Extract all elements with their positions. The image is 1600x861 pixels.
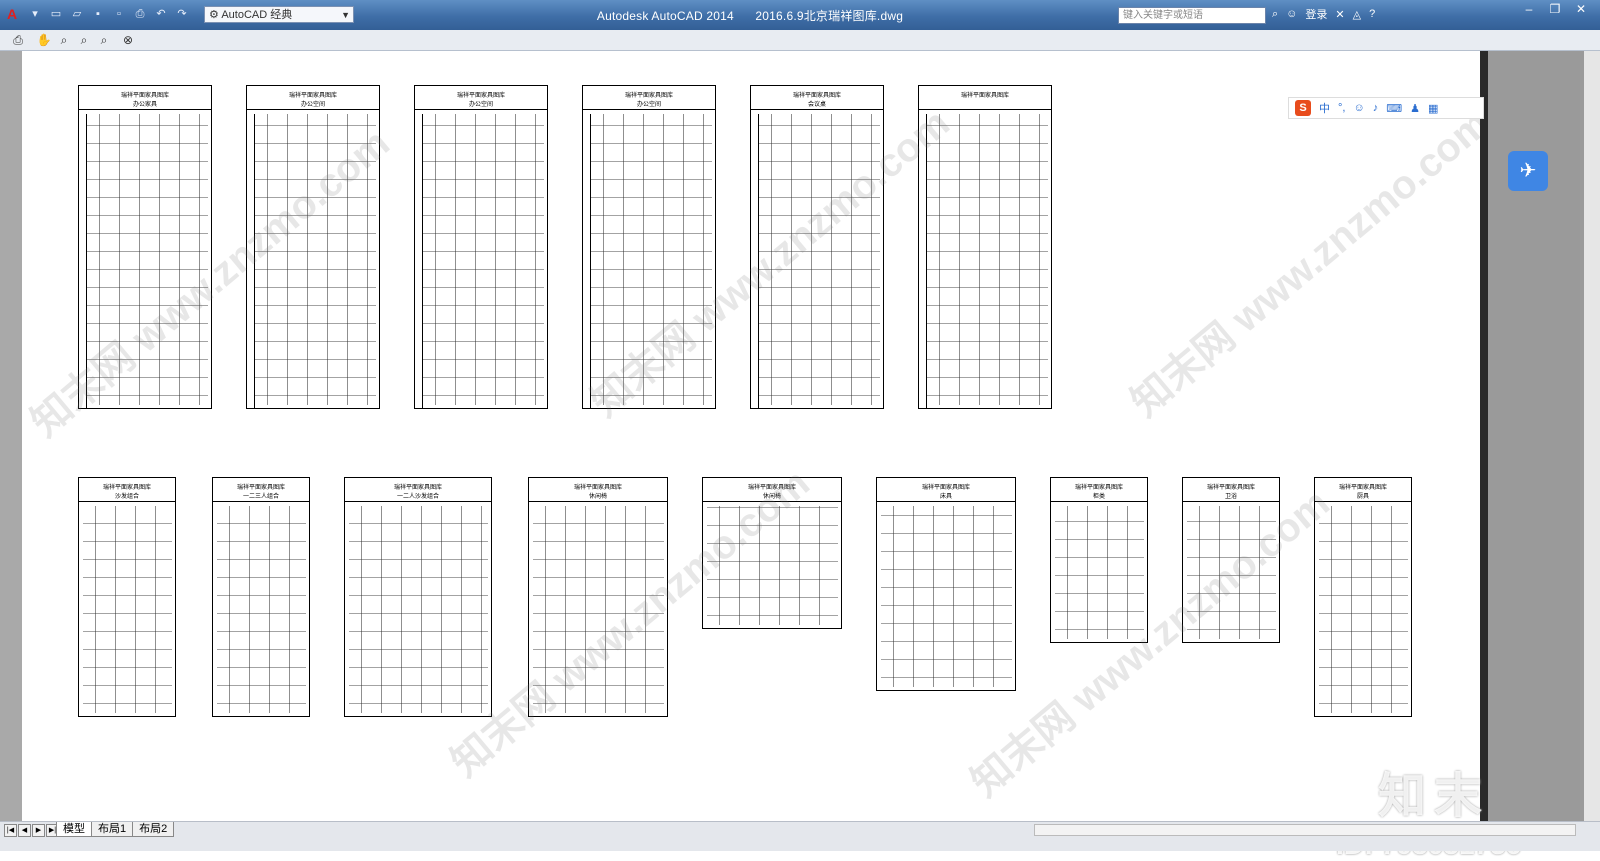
tab-model[interactable]: 模型 [56, 822, 92, 837]
sheet: 瑞祥平面家具图库 办公家具 [78, 85, 212, 409]
tab-layout1[interactable]: 布局1 [91, 822, 134, 837]
menu-arrow-icon[interactable]: ▾ [26, 6, 44, 22]
watermark: 知末网 www.znzmo.com [1123, 100, 1498, 426]
ime-mode[interactable]: 中 [1319, 100, 1330, 116]
sheet: 瑞祥平面家具图库 办公空间 [582, 85, 716, 409]
title-bar: A ▾ ▭ ▱ ▪ ▫ ⎙ ↶ ↷ ⚙ AutoCAD 经典 ▼ Autodes… [0, 0, 1600, 30]
sheet-title: 瑞祥平面家具图库 沙发组合 [79, 478, 175, 502]
sheet-title: 瑞祥平面家具图库 柜类 [1051, 478, 1147, 502]
emoji-icon[interactable]: ☺ [1353, 102, 1364, 114]
binoculars-icon[interactable]: ⌕ [1272, 8, 1278, 21]
autocad-logo-icon[interactable]: A [4, 6, 20, 22]
sheet-title: 瑞祥平面家具图库 一二三人组合 [213, 478, 309, 502]
sheet-title: 瑞祥平面家具图库 办公空间 [415, 86, 547, 110]
layout-tab-bar: |◀ ◀ ▶ ▶| 模型 布局1 布局2 [0, 821, 1600, 851]
sheet: 瑞祥平面家具图库 柜类 [1050, 477, 1148, 643]
gear-icon: ⚙ [209, 9, 219, 21]
microphone-icon[interactable]: ♪ [1373, 102, 1379, 114]
sheet-title: 瑞祥平面家具图库 卫浴 [1183, 478, 1279, 502]
open-file-icon[interactable]: ▱ [68, 6, 86, 22]
save-icon[interactable]: ▪ [89, 6, 107, 22]
sogou-logo-icon: S [1295, 100, 1311, 116]
ime-toolbar[interactable]: S 中 °, ☺ ♪ ⌨ ♟ ▦ [1288, 97, 1484, 119]
login-link[interactable]: 登录 [1305, 6, 1327, 22]
zoom-previous-icon[interactable]: ⌕ [96, 32, 112, 48]
undo-icon[interactable]: ↶ [152, 6, 170, 22]
window-title: Autodesk AutoCAD 2014 2016.6.9北京瑞祥图库.dwg [560, 7, 940, 24]
close-preview-icon[interactable]: ⊗ [120, 32, 136, 48]
print-icon[interactable]: ⎙ [131, 6, 149, 22]
sheet: 瑞祥平面家具图库 床具 [876, 477, 1016, 691]
grid-icon[interactable]: ▦ [1428, 102, 1438, 115]
sheet: 瑞祥平面家具图库 会议桌 [750, 85, 884, 409]
file-name: 2016.6.9北京瑞祥图库.dwg [755, 9, 904, 23]
plot-icon[interactable]: ⎙ [10, 32, 26, 48]
vertical-scrollbar[interactable] [1584, 51, 1600, 821]
canvas-edge [1480, 51, 1488, 821]
autodesk-icon[interactable]: ◬ [1353, 8, 1361, 21]
new-file-icon[interactable]: ▭ [47, 6, 65, 22]
search-input[interactable]: 键入关键字或短语 [1118, 7, 1266, 24]
exchange-icon[interactable]: ✕ [1335, 8, 1344, 21]
sheet: 瑞祥平面家具图库 办公空间 [246, 85, 380, 409]
sheet-title: 瑞祥平面家具图库 一二人沙发组合 [345, 478, 491, 502]
workspace-select[interactable]: ⚙ AutoCAD 经典 ▼ [204, 6, 354, 23]
minimize-icon[interactable]: – [1516, 0, 1542, 18]
tab-navigation: |◀ ◀ ▶ ▶| [4, 824, 59, 837]
restore-icon[interactable]: ❐ [1542, 0, 1568, 18]
window-controls: – ❐ ✕ [1516, 0, 1594, 18]
sheet: 瑞祥平面家具图库 一二三人组合 [212, 477, 310, 717]
save-as-icon[interactable]: ▫ [110, 6, 128, 22]
sheet: 瑞祥平面家具图库 休闲椅 [702, 477, 842, 629]
workspace-label: AutoCAD 经典 [221, 9, 293, 21]
prev-tab-icon[interactable]: ◀ [18, 824, 31, 837]
sheet-title: 瑞祥平面家具图库 床具 [877, 478, 1015, 502]
user-icon[interactable]: ☺ [1286, 8, 1297, 20]
paper-sheet: 瑞祥平面家具图库 办公家具 瑞祥平面家具图库 办公空间 瑞祥平面家具图库 办公空间 瑞… [22, 51, 1498, 821]
app-name: Autodesk AutoCAD 2014 [596, 9, 734, 23]
titlebar-right-tools: ⌕ ☺ 登录 ✕ ◬ ? [1272, 6, 1375, 22]
tab-layout2[interactable]: 布局2 [132, 822, 175, 837]
sheet: 瑞祥平面家具图库 一二人沙发组合 [344, 477, 492, 717]
toolbar: ⎙ ✋ ⌕ ⌕ ⌕ ⊗ [0, 30, 1600, 51]
keyboard-icon[interactable]: ⌨ [1386, 102, 1402, 115]
help-button[interactable]: ? [1369, 8, 1375, 20]
sheet: 瑞祥平面家具图库 办公空间 [414, 85, 548, 409]
zoom-window-icon[interactable]: ⌕ [76, 32, 92, 48]
sheet-title: 瑞祥平面家具图库 厨具 [1315, 478, 1411, 502]
sheet-title: 瑞祥平面家具图库 办公家具 [79, 86, 211, 110]
close-icon[interactable]: ✕ [1568, 0, 1594, 18]
horizontal-scrollbar[interactable] [1034, 824, 1576, 836]
chevron-down-icon: ▼ [341, 10, 350, 20]
skin-icon[interactable]: ♟ [1410, 102, 1420, 115]
sheet-title: 瑞祥平面家具图库 休闲椅 [703, 478, 841, 502]
sheet: 瑞祥平面家具图库 [918, 85, 1052, 409]
first-tab-icon[interactable]: |◀ [4, 824, 17, 837]
redo-icon[interactable]: ↷ [173, 6, 191, 22]
brand-logo: 知末 [1378, 770, 1491, 823]
pan-hand-icon[interactable]: ✋ [36, 32, 52, 48]
sheet-title: 瑞祥平面家具图库 [919, 86, 1051, 110]
drawing-canvas[interactable]: 瑞祥平面家具图库 办公家具 瑞祥平面家具图库 办公空间 瑞祥平面家具图库 办公空间 瑞… [0, 51, 1600, 860]
bird-app-icon[interactable]: ✈ [1508, 151, 1548, 191]
sheet: 瑞祥平面家具图库 休闲椅 [528, 477, 668, 717]
sheet: 瑞祥平面家具图库 卫浴 [1182, 477, 1280, 643]
quick-access-toolbar: ▾ ▭ ▱ ▪ ▫ ⎙ ↶ ↷ [26, 6, 191, 22]
next-tab-icon[interactable]: ▶ [32, 824, 45, 837]
sheet-title: 瑞祥平面家具图库 休闲椅 [529, 478, 667, 502]
punctuation-icon[interactable]: °, [1338, 102, 1345, 114]
sheet-title: 瑞祥平面家具图库 办公空间 [583, 86, 715, 110]
sheet: 瑞祥平面家具图库 厨具 [1314, 477, 1412, 717]
layout-tabs: 模型 布局1 布局2 [56, 822, 175, 837]
zoom-realtime-icon[interactable]: ⌕ [56, 32, 72, 48]
sheet-title: 瑞祥平面家具图库 会议桌 [751, 86, 883, 110]
sheet: 瑞祥平面家具图库 沙发组合 [78, 477, 176, 717]
sheet-title: 瑞祥平面家具图库 办公空间 [247, 86, 379, 110]
